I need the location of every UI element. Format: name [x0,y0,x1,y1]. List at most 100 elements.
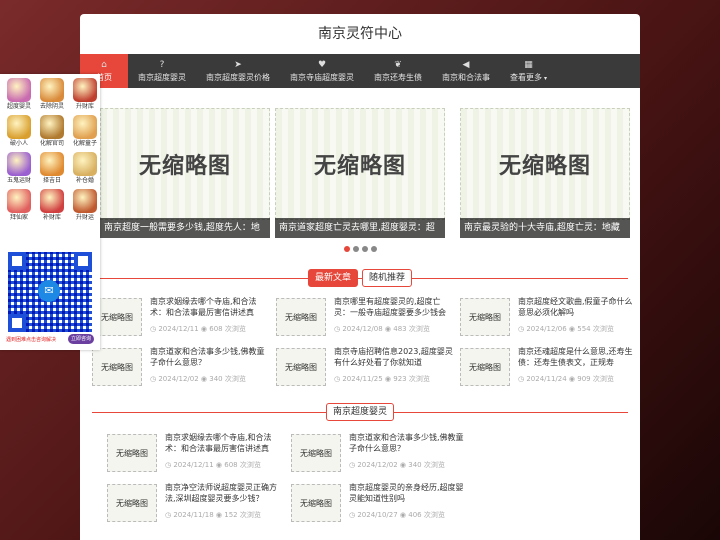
service-item[interactable]: 五鬼运财 [4,152,34,185]
article-item[interactable]: 无缩略图 南京净空法师说超度婴灵正确方法,深圳超度婴灵要多少钱？ ◷ 2024/11… [107,482,287,530]
eye-icon: ◉ [198,325,210,333]
article-thumbnail[interactable]: 无缩略图 [92,348,142,386]
slider-dot[interactable] [353,246,359,252]
article-item[interactable]: 无缩略图 南京求姻缘去哪个寺庙,和合法术：和合法事最厉害信讲述真 ◷ 2024/12… [107,432,287,480]
article-date: 2024/12/11 [173,461,214,469]
article-thumbnail[interactable]: 无缩略图 [460,348,510,386]
slide-caption[interactable]: 南京最灵验的十大寺庙,超度亡灵：地藏 [460,218,630,238]
article-title[interactable]: 南京超度婴灵的亲身经历,超度婴灵能知道性别吗 [349,482,471,504]
article-thumbnail[interactable]: 无缩略图 [291,484,341,522]
article-title[interactable]: 南京哪里有超度婴灵的,超度亡灵：一般寺庙超度婴要多少钱会 [334,296,456,318]
slider-dot[interactable] [362,246,368,252]
article-views: 909 次浏览 [577,375,614,383]
article-item[interactable]: 无缩略图 南京求姻缘去哪个寺庙,和合法术：和合法事最厉害信讲述真 ◷ 2024/12… [92,296,272,344]
service-item[interactable]: 超度婴灵 [4,78,34,111]
service-item[interactable]: 补仓婚 [70,152,100,185]
eye-icon: ◉ [213,461,225,469]
qr-corner [8,252,26,270]
service-item[interactable]: 化解童子 [70,115,100,148]
grid-icon: ▦ [524,59,533,70]
slide-caption[interactable]: 南京超度一般需要多少钱,超度先人：地 [100,218,270,238]
service-item[interactable]: 破小人 [4,115,34,148]
qr-code[interactable]: ✉ [8,252,92,332]
slide[interactable]: 无缩略图 南京最灵验的十大寺庙,超度亡灵：地藏 [460,108,630,238]
article-meta: ◷ 2024/10/27 ◉ 406 次浏览 [349,510,445,520]
tab-random[interactable]: 随机推荐 [362,269,413,287]
article-meta: ◷ 2024/11/18 ◉ 152 次浏览 [165,510,261,520]
article-item[interactable]: 无缩略图 南京哪里有超度婴灵的,超度亡灵：一般寺庙超度婴要多少钱会 ◷ 2024/1… [276,296,456,344]
nav-label: 查看更多 [510,72,542,82]
article-thumbnail[interactable]: 无缩略图 [276,298,326,336]
article-title[interactable]: 南京道家和合法事多少钱,佛教童子命什么意思？ [150,346,272,368]
article-meta: ◷ 2024/12/02 ◉ 340 次浏览 [150,374,246,384]
leaf-icon: ❦ [394,59,402,70]
article-title[interactable]: 南京超度经文歌曲,假童子命什么意思必须化解吗 [518,296,640,318]
service-item[interactable]: 升财运 [70,189,100,222]
article-item[interactable]: 无缩略图 南京道家和合法事多少钱,佛教童子命什么意思？ ◷ 2024/12/02 ◉… [291,432,471,480]
slider-dot[interactable] [344,246,350,252]
article-views: 152 次浏览 [224,511,261,519]
eye-icon: ◉ [382,375,394,383]
nav-item[interactable]: ➤ 南京超度婴灵价格 [196,54,280,88]
article-title[interactable]: 南京寺庙招聘信息2023,超度婴灵有什么好处看了你就知道 [334,346,456,368]
section-title[interactable]: 南京超度婴灵 [325,403,395,421]
service-item[interactable]: 升财库 [70,78,100,111]
slide[interactable]: 无缩略图 南京超度一般需要多少钱,超度先人：地 [100,108,270,238]
article-thumbnail[interactable]: 无缩略图 [291,434,341,472]
fortune-icon [73,189,97,213]
article-title[interactable]: 南京求姻缘去哪个寺庙,和合法术：和合法事最厉害信讲述真 [165,432,287,454]
service-label: 补财库 [42,214,61,221]
site-title[interactable]: 南京灵符中心 [80,14,640,54]
ghost-icon [40,78,64,102]
article-item[interactable]: 无缩略图 南京寺庙招聘信息2023,超度婴灵有什么好处看了你就知道 ◷ 2024/1… [276,346,456,394]
article-views: 483 次浏览 [393,325,430,333]
eye-icon: ◉ [566,375,578,383]
qr-corner [74,252,92,270]
article-title[interactable]: 南京还魂超度是什么意思,还寿生债：还寿生债表文，正规寿 [518,346,640,368]
article-thumbnail[interactable]: 无缩略图 [276,348,326,386]
article-meta: ◷ 2024/12/08 ◉ 483 次浏览 [334,324,430,334]
nav-item[interactable]: ◀ 南京和合法事 [432,54,500,88]
article-meta: ◷ 2024/12/11 ◉ 608 次浏览 [165,460,261,470]
article-item[interactable]: 无缩略图 南京还魂超度是什么意思,还寿生债：还寿生债表文，正规寿 ◷ 2024/11… [460,346,640,394]
service-item[interactable]: 去除阴灵 [37,78,67,111]
service-item[interactable]: 择吉日 [37,152,67,185]
article-date: 2024/12/02 [357,461,398,469]
eye-icon: ◉ [382,325,394,333]
nav-item[interactable]: ▦ 查看更多 ▾ [500,54,557,88]
nav-item[interactable]: ❦ 南京还寿生债 [364,54,432,88]
slide-caption[interactable]: 南京道家超度亡灵去哪里,超度婴灵：超 [275,218,445,238]
question-icon: ? [159,59,165,70]
marriage-icon [73,152,97,176]
article-thumbnail[interactable]: 无缩略图 [107,484,157,522]
article-thumbnail[interactable]: 无缩略图 [107,434,157,472]
service-item[interactable]: 拜仙家 [4,189,34,222]
slide[interactable]: 无缩略图 南京道家超度亡灵去哪里,超度婴灵：超 [275,108,445,238]
article-meta: ◷ 2024/12/02 ◉ 340 次浏览 [349,460,445,470]
service-item[interactable]: 补财库 [37,189,67,222]
image-slider[interactable]: 无缩略图 南京超度一般需要多少钱,超度先人：地 无缩略图 南京道家超度亡灵去哪里… [80,108,630,254]
article-thumbnail[interactable]: 无缩略图 [460,298,510,336]
article-item[interactable]: 无缩略图 南京道家和合法事多少钱,佛教童子命什么意思？ ◷ 2024/12/02 ◉… [92,346,272,394]
article-meta: ◷ 2024/11/24 ◉ 909 次浏览 [518,374,614,384]
article-title[interactable]: 南京净空法师说超度婴灵正确方法,深圳超度婴灵要多少钱？ [165,482,287,504]
nav-item[interactable]: ? 南京超度婴灵 [128,54,196,88]
article-item[interactable]: 无缩略图 南京超度婴灵的亲身经历,超度婴灵能知道性别吗 ◷ 2024/10/27 ◉… [291,482,471,530]
article-views: 340 次浏览 [209,375,246,383]
consult-text[interactable]: 遇到困难点击咨询解决 [6,336,56,343]
article-title[interactable]: 南京道家和合法事多少钱,佛教童子命什么意思？ [349,432,471,454]
nav-item[interactable]: ♥ 南京寺庙超度婴灵 [280,54,364,88]
page-container: 南京灵符中心 ⌂ 首页? 南京超度婴灵 ➤ 南京超度婴灵价格 ♥ 南京寺庙超度婴灵 ❦ 南京还寿… [80,14,640,540]
wechat-icon: ✉ [38,280,60,302]
article-views: 554 次浏览 [577,325,614,333]
baby-spirit-icon [7,78,31,102]
service-item[interactable]: 化解官司 [37,115,67,148]
eye-icon: ◉ [397,511,409,519]
article-item[interactable]: 无缩略图 南京超度经文歌曲,假童子命什么意思必须化解吗 ◷ 2024/12/06 ◉… [460,296,640,344]
article-title[interactable]: 南京求姻缘去哪个寺庙,和合法术：和合法事最厉害信讲述真 [150,296,272,318]
villain-icon [7,115,31,139]
home-icon: ⌂ [101,59,107,70]
consult-button[interactable]: 立即咨询 [68,334,94,344]
tab-latest[interactable]: 最新文章 [307,269,358,287]
slider-dot[interactable] [371,246,377,252]
